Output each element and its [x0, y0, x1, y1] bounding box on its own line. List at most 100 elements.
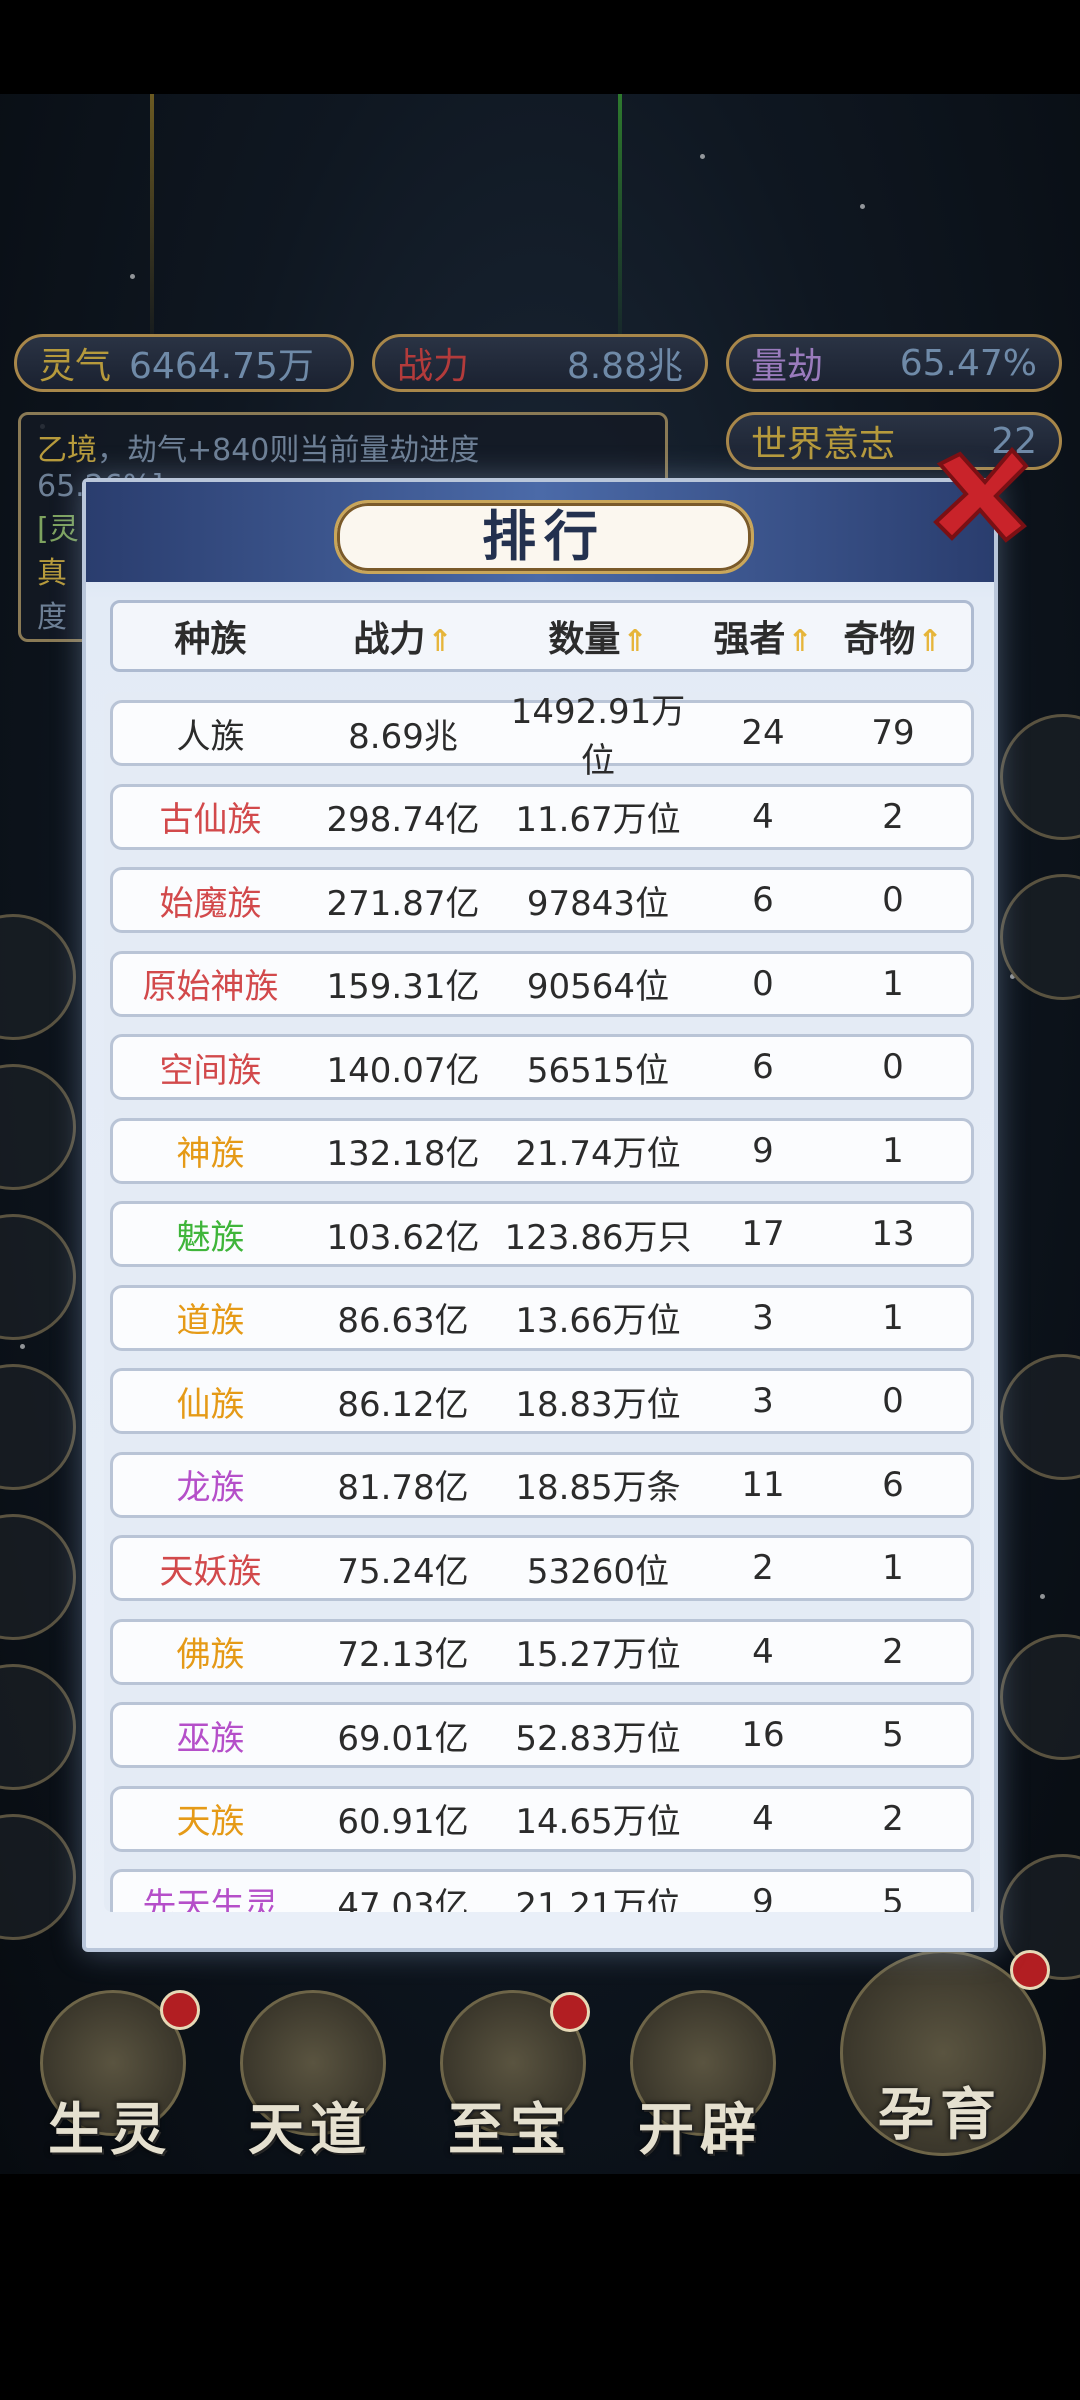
race-name: 仙族 — [176, 1384, 245, 1425]
side-skill-ring[interactable] — [0, 914, 76, 1040]
zhanli-value: 8.88兆 — [566, 346, 683, 387]
race-power: 75.24亿 — [337, 1551, 469, 1592]
race-name: 道族 — [176, 1301, 245, 1341]
nav-label: 至宝 — [448, 2098, 572, 2163]
dialog-header: 排行 — [86, 482, 994, 582]
race-name: 先天生灵 — [142, 1885, 279, 1913]
liangjie-label: 量劫 — [751, 346, 824, 387]
ranking-row[interactable]: 龙族 81.78亿 18.85万条 11 6 — [110, 1451, 974, 1518]
race-strong-count: 24 — [741, 713, 785, 753]
side-skill-ring[interactable] — [0, 1664, 76, 1790]
race-treasure-count: 1 — [882, 1130, 904, 1171]
ranking-row[interactable]: 先天生灵 47.03亿 21.21万位 9 5 — [110, 1869, 974, 1912]
race-treasure-count: 0 — [882, 880, 904, 920]
ranking-row[interactable]: 古仙族 298.74亿 11.67万位 4 2 — [110, 783, 974, 850]
race-name: 魅族 — [176, 1217, 245, 1258]
race-strong-count: 4 — [752, 796, 774, 837]
race-power: 298.74亿 — [326, 800, 480, 840]
side-skill-ring[interactable] — [0, 1364, 76, 1490]
race-treasure-count: 2 — [882, 796, 904, 837]
race-name: 空间族 — [159, 1050, 262, 1091]
race-power: 60.91亿 — [337, 1802, 469, 1842]
race-count: 56515位 — [526, 1050, 670, 1091]
nav-shengling-button[interactable]: 生灵 — [10, 1990, 210, 2170]
ranking-row[interactable]: 人族 8.69兆 1492.91万位 24 79 — [110, 692, 974, 781]
ranking-row[interactable]: 魅族 103.62亿 123.86万只 17 13 — [110, 1201, 974, 1267]
race-name: 佛族 — [176, 1635, 245, 1675]
nav-kaipi-button[interactable]: 开辟 — [600, 1990, 800, 2170]
race-strong-count: 11 — [741, 1464, 785, 1505]
ranking-row[interactable]: 佛族 72.13亿 15.27万位 4 2 — [110, 1618, 974, 1685]
sort-arrow-icon: ⇑ — [427, 624, 453, 659]
race-name: 原始神族 — [142, 967, 279, 1007]
side-skill-ring[interactable] — [0, 1214, 76, 1340]
race-strong-count: 17 — [741, 1214, 785, 1254]
dialog-title: 排行 — [334, 500, 754, 574]
side-skill-ring[interactable] — [1000, 1634, 1080, 1760]
race-strong-count: 0 — [752, 963, 774, 1004]
ranking-row[interactable]: 天妖族 75.24亿 53260位 2 1 — [110, 1535, 974, 1601]
col-treasure-sort[interactable]: 奇物⇑ — [828, 610, 958, 662]
race-power: 86.12亿 — [337, 1384, 469, 1425]
side-skill-ring[interactable] — [0, 1514, 76, 1640]
ranking-row[interactable]: 始魔族 271.87亿 97843位 6 0 — [110, 867, 974, 933]
race-name: 始魔族 — [159, 883, 262, 924]
race-power: 86.63亿 — [337, 1301, 469, 1341]
ranking-list[interactable]: 人族 8.69兆 1492.91万位 24 79 古仙族 298.74亿 11.67万位 4 2 始… — [104, 692, 980, 1912]
sort-arrow-icon: ⇑ — [622, 624, 648, 659]
zhanli-label: 战力 — [397, 346, 470, 387]
race-power: 72.13亿 — [337, 1635, 469, 1675]
race-strong-count: 4 — [752, 1798, 774, 1839]
ranking-row[interactable]: 原始神族 159.31亿 90564位 0 1 — [110, 950, 974, 1017]
world-will-label: 世界意志 — [751, 424, 896, 465]
race-name: 巫族 — [176, 1718, 245, 1759]
nav-label: 开辟 — [638, 2098, 762, 2163]
col-power-sort[interactable]: 战力⇑ — [308, 610, 498, 662]
race-treasure-count: 0 — [882, 1047, 904, 1087]
race-count: 1492.91万位 — [510, 692, 686, 781]
lingqi-value: 6464.75万 — [129, 346, 314, 387]
notification-dot — [550, 1992, 590, 2032]
side-skill-ring[interactable] — [0, 1814, 76, 1940]
race-count: 11.67万位 — [515, 800, 681, 840]
race-name: 天族 — [176, 1802, 245, 1842]
race-name: 古仙族 — [159, 800, 262, 840]
race-strong-count: 6 — [752, 1047, 774, 1087]
race-count: 21.21万位 — [515, 1885, 681, 1913]
race-count: 13.66万位 — [515, 1301, 681, 1341]
race-count: 53260位 — [526, 1551, 670, 1592]
info-line: 乙境，劫气+840则当前量劫进度 — [37, 433, 480, 468]
ranking-row[interactable]: 天族 60.91亿 14.65万位 4 2 — [110, 1785, 974, 1852]
side-skill-ring[interactable] — [1000, 874, 1080, 1000]
nav-zhibao-button[interactable]: 至宝 — [410, 1990, 610, 2170]
nav-tiandao-button[interactable]: 天道 — [210, 1990, 410, 2170]
race-treasure-count: 1 — [882, 1297, 904, 1338]
sort-arrow-icon: ⇑ — [787, 624, 813, 659]
ranking-row[interactable]: 空间族 140.07亿 56515位 6 0 — [110, 1034, 974, 1100]
liangjie-value: 65.47% — [899, 342, 1037, 384]
liangjie-stat: 量劫 65.47% — [726, 334, 1062, 392]
race-power: 47.03亿 — [337, 1885, 469, 1913]
race-power: 8.69兆 — [348, 716, 458, 757]
nav-label: 生灵 — [48, 2098, 172, 2163]
col-race: 种族 — [174, 619, 247, 660]
race-count: 97843位 — [526, 883, 670, 924]
race-treasure-count: 2 — [882, 1631, 904, 1672]
col-strong-sort[interactable]: 强者⇑ — [698, 610, 828, 662]
ranking-row[interactable]: 巫族 69.01亿 52.83万位 16 5 — [110, 1702, 974, 1768]
nav-yunyu-button[interactable]: 孕育 — [820, 1950, 1060, 2170]
side-skill-ring[interactable] — [1000, 1354, 1080, 1480]
close-icon[interactable] — [930, 444, 1030, 544]
race-power: 271.87亿 — [326, 883, 480, 924]
side-skill-ring[interactable] — [0, 1064, 76, 1190]
col-count-sort[interactable]: 数量⇑ — [498, 610, 698, 662]
ranking-row[interactable]: 道族 86.63亿 13.66万位 3 1 — [110, 1284, 974, 1351]
ranking-row[interactable]: 仙族 86.12亿 18.83万位 3 0 — [110, 1368, 974, 1434]
race-strong-count: 9 — [752, 1130, 774, 1171]
race-strong-count: 3 — [752, 1381, 774, 1421]
ranking-row[interactable]: 神族 132.18亿 21.74万位 9 1 — [110, 1117, 974, 1184]
race-strong-count: 4 — [752, 1631, 774, 1672]
race-name: 人族 — [176, 716, 245, 757]
race-treasure-count: 6 — [882, 1464, 904, 1505]
side-skill-ring[interactable] — [1000, 714, 1080, 840]
